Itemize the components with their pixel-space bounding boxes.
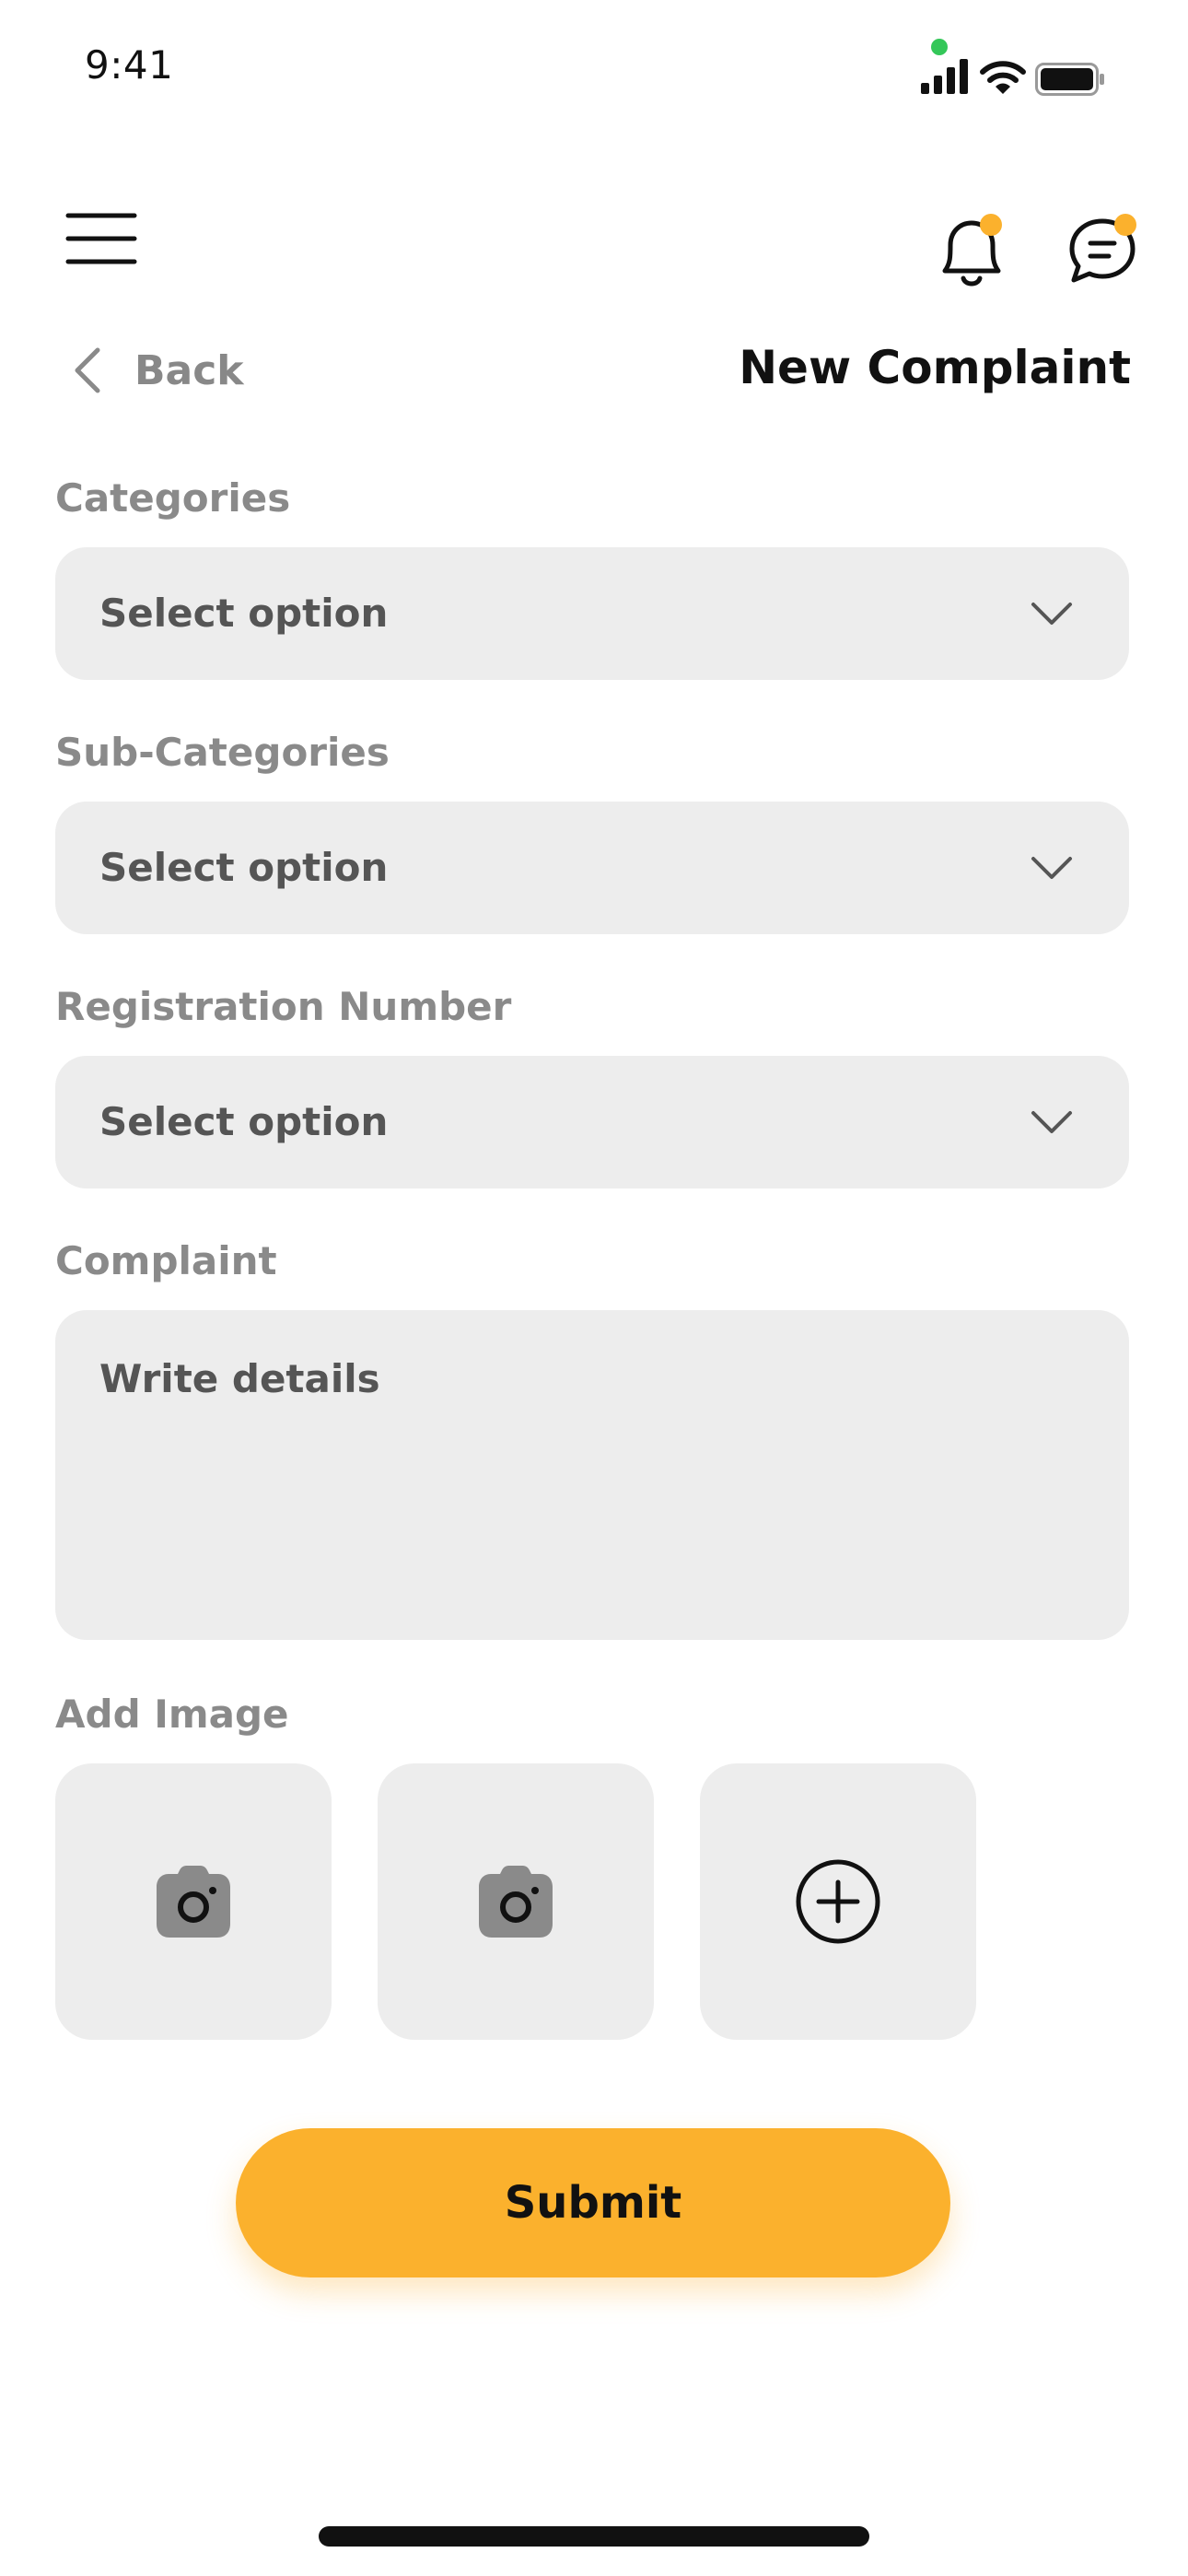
privacy-indicator-dot (931, 39, 948, 55)
sub-categories-select[interactable]: Select option (55, 802, 1129, 934)
status-time: 9:41 (85, 42, 174, 88)
add-circle-icon (796, 1859, 880, 1944)
categories-select-value: Select option (99, 591, 389, 636)
message-badge (1114, 214, 1136, 236)
back-button[interactable]: Back (70, 343, 244, 398)
hamburger-menu-icon[interactable] (64, 210, 138, 267)
add-image-button[interactable] (700, 1763, 976, 2040)
image-slot-1[interactable] (55, 1763, 332, 2040)
registration-number-select-value: Select option (99, 1099, 389, 1144)
sub-categories-label: Sub-Categories (55, 730, 390, 775)
chevron-down-icon (1031, 1111, 1072, 1133)
complaint-textarea[interactable]: Write details (55, 1310, 1129, 1640)
page-title: New Complaint (739, 341, 1131, 394)
notification-badge (980, 214, 1002, 236)
camera-icon (479, 1866, 553, 1938)
chat-icon[interactable] (1063, 208, 1142, 291)
registration-number-label: Registration Number (55, 984, 512, 1029)
wifi-icon (980, 61, 1026, 94)
categories-select[interactable]: Select option (55, 547, 1129, 680)
bell-icon[interactable] (932, 208, 1011, 291)
complaint-placeholder: Write details (99, 1356, 380, 1401)
registration-number-select[interactable]: Select option (55, 1056, 1129, 1188)
home-indicator[interactable] (319, 2526, 869, 2547)
camera-icon (157, 1866, 230, 1938)
chevron-down-icon (1031, 603, 1072, 625)
categories-label: Categories (55, 475, 291, 521)
back-label: Back (134, 346, 244, 394)
chevron-left-icon (75, 347, 100, 393)
add-image-label: Add Image (55, 1692, 289, 1737)
submit-button[interactable]: Submit (236, 2128, 950, 2277)
chevron-down-icon (1031, 857, 1072, 879)
battery-icon (1035, 63, 1104, 96)
cellular-signal-icon (921, 59, 968, 94)
image-slot-2[interactable] (378, 1763, 654, 2040)
complaint-label: Complaint (55, 1238, 277, 1283)
sub-categories-select-value: Select option (99, 845, 389, 890)
